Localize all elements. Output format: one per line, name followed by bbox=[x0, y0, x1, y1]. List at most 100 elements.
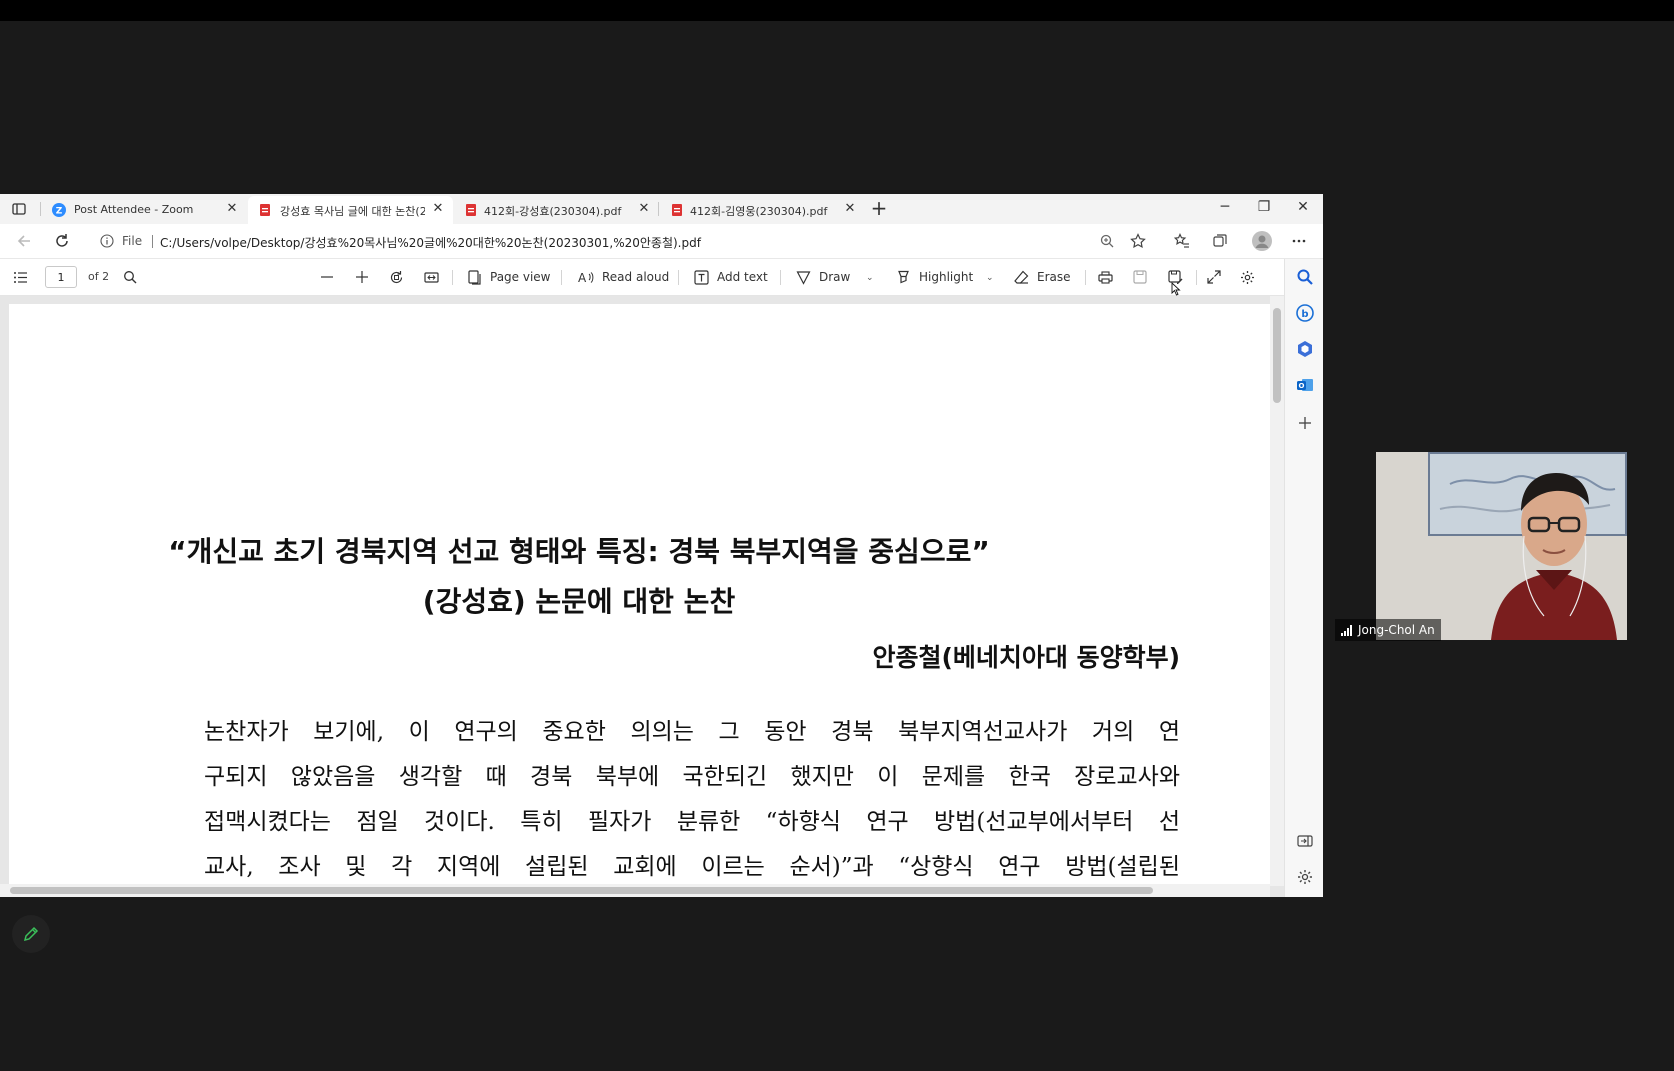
tab-title: 강성효 목사님 글에 대한 논찬(20 bbox=[280, 205, 425, 218]
paragraph-line: 논찬자가 보기에, 이 연구의 중요한 의의는 그 동안 경북 북부지역선교사가… bbox=[204, 719, 1180, 745]
zoom-top-bar bbox=[0, 0, 1674, 21]
read-aloud-label: Read aloud bbox=[602, 270, 670, 284]
annotate-button[interactable] bbox=[12, 915, 50, 953]
add-text-label: Add text bbox=[717, 270, 768, 284]
minimize-button[interactable]: ─ bbox=[1210, 199, 1240, 219]
tab-active-pdf[interactable]: 강성효 목사님 글에 대한 논찬(20 ✕ bbox=[248, 196, 453, 224]
page-view-icon bbox=[468, 269, 481, 285]
plus-icon bbox=[356, 271, 368, 283]
mouse-cursor-icon bbox=[1171, 282, 1181, 296]
close-icon[interactable]: ✕ bbox=[637, 202, 651, 216]
svg-text:A: A bbox=[578, 271, 587, 285]
read-aloud-button[interactable]: A Read aloud bbox=[578, 259, 669, 295]
scrollbar-thumb[interactable] bbox=[1273, 308, 1281, 403]
find-button[interactable] bbox=[123, 259, 145, 295]
rotate-icon bbox=[390, 270, 403, 283]
participant-video[interactable] bbox=[1376, 452, 1627, 640]
gear-icon bbox=[1241, 270, 1254, 284]
chevron-down-icon[interactable]: ⌄ bbox=[866, 273, 874, 283]
tab-title: Post Attendee - Zoom bbox=[74, 203, 194, 216]
pdf-viewport[interactable]: “개신교 초기 경북지역 선교 형태와 특징: 경북 북부지역을 중심으로” (… bbox=[0, 296, 1284, 897]
tab-actions-icon[interactable] bbox=[12, 202, 26, 216]
print-icon bbox=[1098, 270, 1113, 284]
draw-button[interactable]: Draw bbox=[796, 259, 850, 295]
favorites-icon[interactable] bbox=[1174, 233, 1190, 249]
highlighter-icon bbox=[898, 270, 909, 283]
window-close-button[interactable]: ✕ bbox=[1288, 199, 1318, 219]
highlight-label: Highlight bbox=[919, 270, 974, 284]
address-bar: File C:/Users/volpe/Desktop/강성효%20목사님%20… bbox=[0, 224, 1323, 259]
tab-pdf-3[interactable]: 412회-김영웅(230304).pdf ✕ bbox=[660, 196, 865, 224]
hide-sidebar-icon[interactable] bbox=[1296, 832, 1314, 850]
scheme-label: File bbox=[122, 234, 143, 248]
url-field[interactable]: File C:/Users/volpe/Desktop/강성효%20목사님%20… bbox=[90, 228, 1150, 254]
zoom-out-button[interactable] bbox=[320, 259, 342, 295]
eraser-icon bbox=[1014, 270, 1029, 284]
zoom-in-button[interactable] bbox=[355, 259, 377, 295]
close-icon[interactable]: ✕ bbox=[225, 202, 239, 216]
erase-label: Erase bbox=[1037, 270, 1071, 284]
refresh-icon[interactable] bbox=[53, 232, 71, 250]
read-aloud-icon: A bbox=[578, 271, 594, 285]
back-icon[interactable] bbox=[15, 232, 33, 250]
tab-zoom[interactable]: Z Post Attendee - Zoom ✕ bbox=[42, 196, 247, 224]
participant-name: Jong-Chol An bbox=[1358, 623, 1435, 637]
document-paragraph: 논찬자가 보기에, 이 연구의 중요한 의의는 그 동안 경북 북부지역선교사가… bbox=[204, 710, 1180, 890]
collections-icon[interactable] bbox=[1212, 233, 1228, 249]
tab-title: 412회-김영웅(230304).pdf bbox=[690, 205, 828, 218]
zoom-in-icon[interactable] bbox=[1099, 233, 1115, 249]
page-count: of 2 bbox=[88, 270, 110, 283]
scrollbar-thumb[interactable] bbox=[10, 887, 1153, 894]
favorite-star-icon[interactable] bbox=[1130, 233, 1146, 249]
bing-chat-icon[interactable]: b bbox=[1296, 304, 1314, 322]
paragraph-line: 접맥시켰다는 점일 것이다. 특히 필자가 분류한 “하향식 연구 방법(선교부… bbox=[204, 809, 1180, 835]
add-icon[interactable] bbox=[1296, 414, 1314, 432]
more-options-icon[interactable] bbox=[1291, 233, 1307, 249]
search-icon[interactable] bbox=[1296, 268, 1314, 286]
tab-pdf-2[interactable]: 412회-강성효(230304).pdf ✕ bbox=[454, 196, 659, 224]
edge-sidebar: b O bbox=[1284, 259, 1323, 897]
tab-strip: Z Post Attendee - Zoom ✕ 강성효 목사님 글에 대한 논… bbox=[0, 194, 1323, 224]
erase-button[interactable]: Erase bbox=[1014, 259, 1071, 295]
toolbar-divider bbox=[561, 270, 562, 285]
pdf-icon bbox=[466, 204, 476, 216]
vertical-scrollbar[interactable] bbox=[1270, 296, 1284, 886]
office-icon[interactable] bbox=[1296, 340, 1314, 358]
participant-person-image bbox=[1491, 473, 1617, 640]
draw-pen-icon bbox=[796, 270, 811, 285]
page-view-button[interactable]: Page view bbox=[468, 259, 551, 295]
paragraph-line: 구되지 않았음을 생각할 때 경북 북부에 국한되긴 했지만 이 문제를 한국 … bbox=[204, 764, 1180, 790]
horizontal-scrollbar[interactable] bbox=[0, 884, 1270, 897]
pdf-page: “개신교 초기 경북지역 선교 형태와 특징: 경북 북부지역을 중심으로” (… bbox=[9, 304, 1270, 884]
toolbar-divider bbox=[452, 270, 453, 285]
chevron-down-icon[interactable]: ⌄ bbox=[986, 273, 994, 283]
full-screen-button[interactable] bbox=[1207, 259, 1229, 295]
close-icon[interactable]: ✕ bbox=[843, 202, 857, 216]
svg-text:O: O bbox=[1299, 382, 1305, 390]
signal-strength-icon bbox=[1341, 624, 1352, 636]
contents-button[interactable] bbox=[13, 259, 36, 295]
profile-avatar-icon[interactable] bbox=[1252, 231, 1272, 251]
zoom-icon: Z bbox=[52, 203, 66, 217]
highlight-button[interactable]: Highlight bbox=[896, 259, 973, 295]
pdf-icon bbox=[260, 204, 270, 216]
print-button[interactable] bbox=[1098, 259, 1121, 295]
settings-button[interactable] bbox=[1240, 259, 1263, 295]
new-tab-button[interactable]: + bbox=[870, 198, 888, 218]
rotate-button[interactable] bbox=[389, 259, 412, 295]
add-text-button[interactable]: Add text bbox=[694, 259, 768, 295]
toolbar-divider bbox=[780, 270, 781, 285]
info-icon[interactable] bbox=[100, 234, 114, 248]
add-text-icon bbox=[694, 269, 709, 285]
restore-button[interactable]: ❐ bbox=[1249, 199, 1279, 219]
fit-page-button[interactable] bbox=[424, 259, 447, 295]
fit-width-icon bbox=[424, 271, 439, 283]
page-number-input[interactable]: 1 bbox=[45, 266, 77, 288]
pdf-toolbar: 1 of 2 Page view A Read aloud Add text D… bbox=[0, 259, 1284, 296]
gear-icon[interactable] bbox=[1296, 868, 1314, 886]
close-icon[interactable]: ✕ bbox=[431, 202, 445, 216]
pdf-icon bbox=[672, 204, 682, 216]
save-button[interactable] bbox=[1133, 259, 1155, 295]
outlook-icon[interactable]: O bbox=[1296, 376, 1314, 394]
tab-title: 412회-강성효(230304).pdf bbox=[484, 205, 622, 218]
